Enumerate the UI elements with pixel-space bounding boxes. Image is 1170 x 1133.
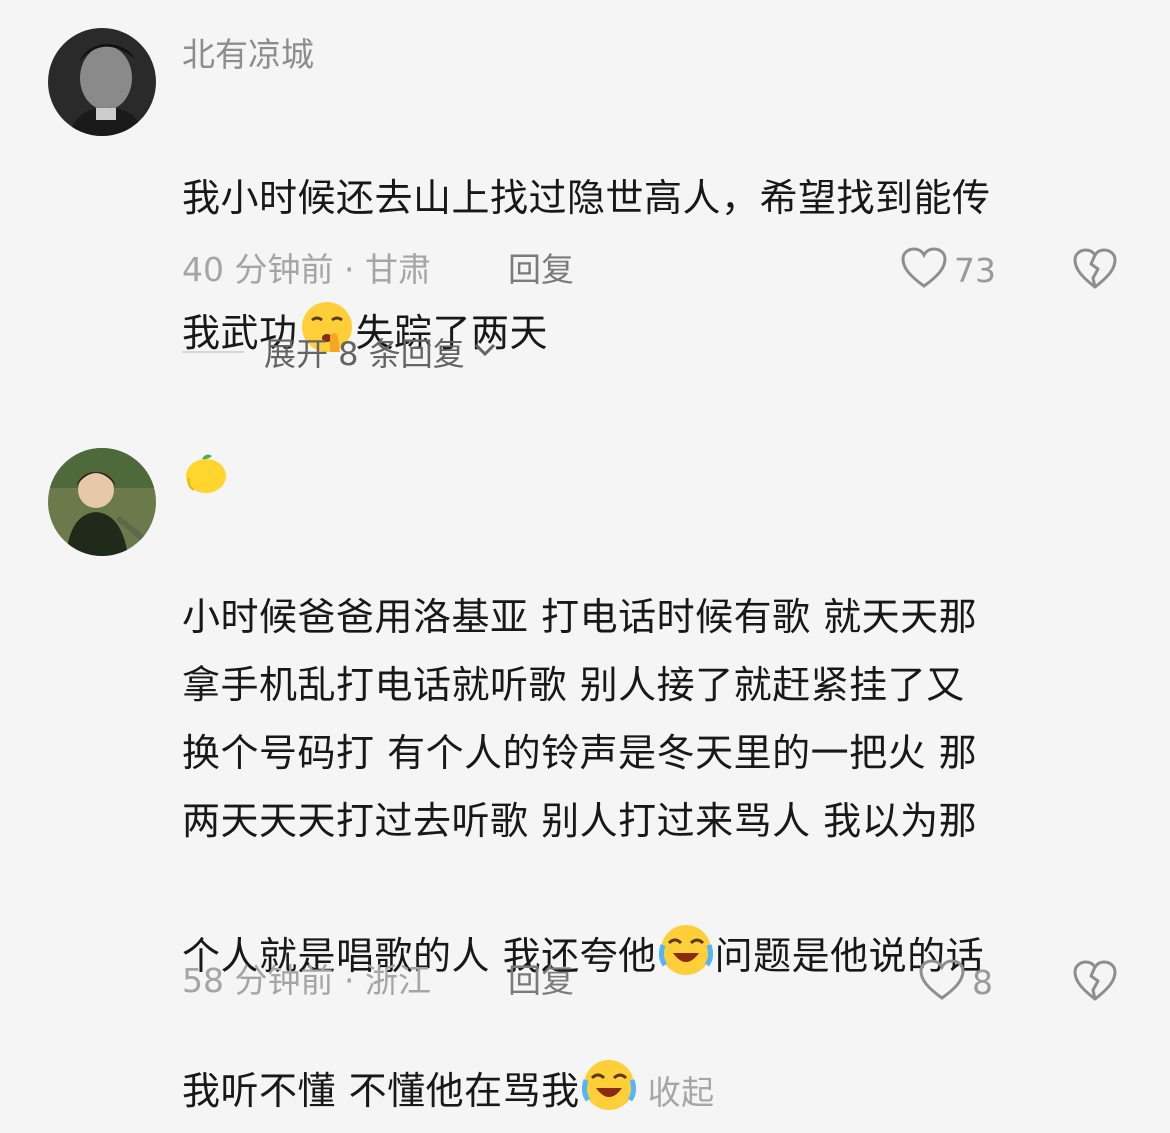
expand-replies-button[interactable]: 展开 8 条回复 (182, 330, 497, 374)
comment-text-part: 小时候爸爸用洛基亚 打电话时候有歌 就天天那 拿手机乱打电话就听歌 别人接了就赶… (182, 595, 978, 978)
username[interactable] (182, 448, 232, 503)
heart-icon (918, 958, 966, 1006)
like-count: 8 (972, 962, 993, 1002)
username[interactable]: 北有凉城 (182, 38, 314, 71)
divider (182, 351, 244, 353)
reply-button[interactable]: 回复 (508, 964, 574, 997)
avatar[interactable] (48, 28, 156, 136)
chevron-down-icon (473, 342, 497, 362)
time-location: 58 分钟前 · 浙江 (182, 961, 431, 1000)
collapse-button[interactable]: 收起 (648, 1073, 715, 1112)
expand-replies-label: 展开 8 条回复 (264, 335, 465, 373)
laughing-cry-emoji (658, 855, 713, 975)
like-count: 73 (954, 250, 996, 290)
broken-heart-icon[interactable] (1072, 959, 1118, 1007)
comment-text: 小时候爸爸用洛基亚 打电话时候有歌 就天天那 拿手机乱打电话就听歌 别人接了就赶… (182, 515, 1122, 1127)
like-button[interactable]: 8 (918, 958, 993, 1006)
laughing-cry-emoji (581, 990, 636, 1110)
broken-heart-icon[interactable] (1072, 247, 1118, 295)
like-button[interactable]: 73 (900, 246, 996, 294)
comment-text: 我小时候还去山上找过隐世高人，希望找到能传 我武功 失踪了两天 (182, 96, 1122, 367)
lemon-emoji (182, 454, 232, 506)
reply-button[interactable]: 回复 (508, 253, 574, 286)
heart-icon (900, 246, 948, 294)
time-location: 40 分钟前 · 甘肃 (182, 250, 431, 289)
avatar[interactable] (48, 448, 156, 556)
